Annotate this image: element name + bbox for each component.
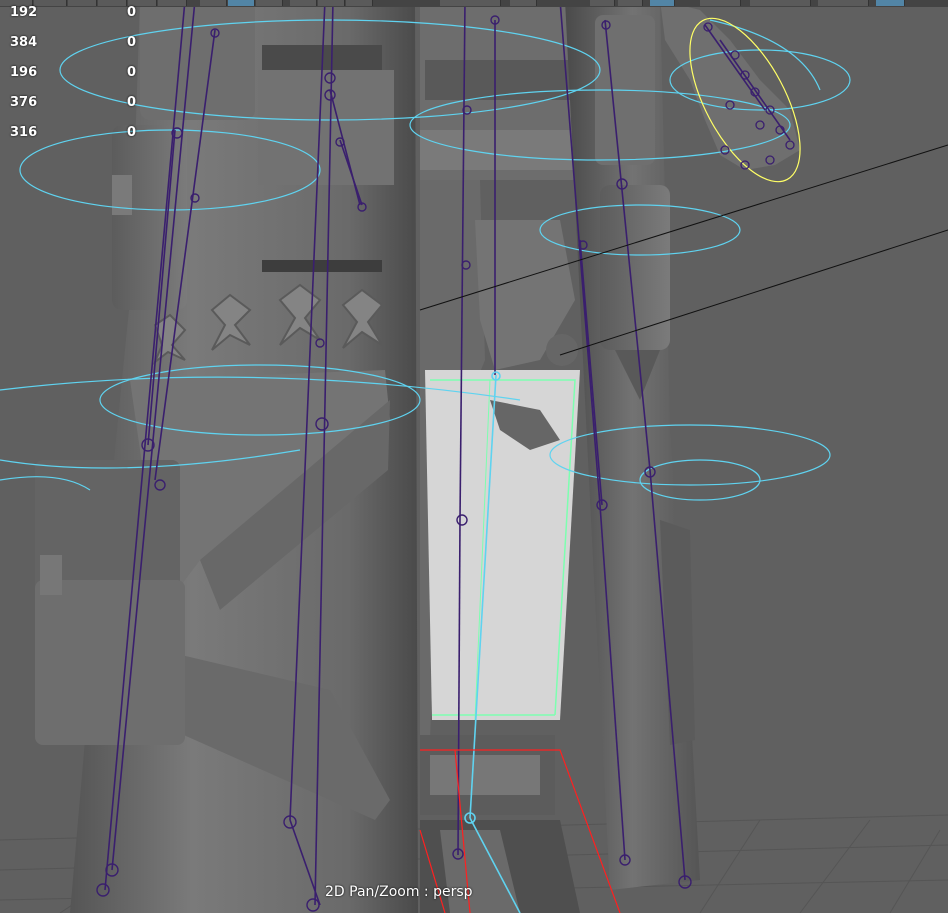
camera-icon[interactable] [650,0,675,6]
toolbar-button[interactable] [440,0,501,6]
snap-icon[interactable] [290,0,317,6]
hud-value: 0 [127,95,137,110]
scale-tool-icon[interactable] [256,0,283,6]
hud-row: 192 0 [0,5,150,25]
hud-value: 0 [127,65,137,80]
toolbar-button[interactable] [590,0,615,6]
hud-label: 376 [10,95,38,110]
toolbar-button[interactable] [750,0,811,6]
hud-row: 196 0 [0,65,150,85]
hud-value: 0 [127,125,137,140]
toolbar-button[interactable] [510,0,537,6]
rotate-tool-icon[interactable] [228,0,255,6]
toolbar-button[interactable] [618,0,643,6]
hud-row: 316 0 [0,125,150,145]
hud-label: 316 [10,125,38,140]
move-tool-icon[interactable] [200,0,227,6]
hud-value: 0 [127,35,137,50]
toolbar-button[interactable] [700,0,741,6]
hud-label: 192 [10,5,38,20]
toolbar-button[interactable] [318,0,345,6]
hud-row: 376 0 [0,95,150,115]
hud-label: 196 [10,65,38,80]
hud-value: 0 [127,5,137,20]
hud-row: 384 0 [0,35,150,55]
toolbar-button[interactable] [818,0,869,6]
toolbar-button[interactable] [876,0,905,6]
maya-viewport-persp[interactable]: 192 0 384 0 196 0 376 0 316 0 2D Pan/Zoo… [0,0,948,913]
toolbar-button[interactable] [158,0,187,6]
camera-name-label: 2D Pan/Zoom : persp [325,884,473,900]
hud-label: 384 [10,35,38,50]
toolbar-button[interactable] [346,0,373,6]
